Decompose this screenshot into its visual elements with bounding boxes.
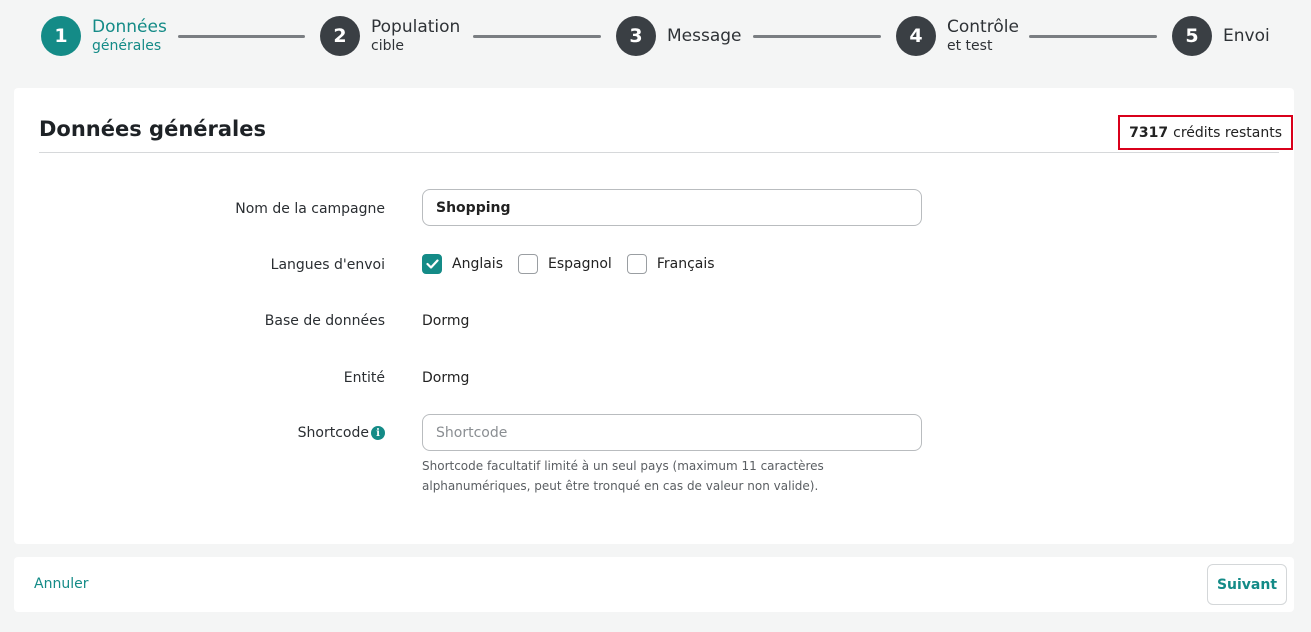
shortcode-input[interactable]	[422, 414, 922, 451]
credits-label: crédits restants	[1173, 124, 1282, 141]
check-icon	[425, 259, 439, 269]
general-data-card: Données générales 7317 crédits restants …	[14, 88, 1294, 544]
step-label: Message	[667, 25, 742, 46]
language-label: Anglais	[452, 256, 503, 272]
card-header: Données générales 7317 crédits restants	[39, 112, 1293, 153]
database-value: Dormg	[422, 313, 470, 329]
step-connector	[753, 35, 881, 38]
step-number: 2	[320, 16, 360, 56]
cancel-link[interactable]: Annuler	[34, 576, 88, 592]
next-button[interactable]: Suivant	[1207, 564, 1287, 605]
step-label: Données	[92, 17, 167, 37]
step-label: Contrôle	[947, 17, 1019, 37]
step-connector	[473, 35, 601, 38]
step-connector	[1029, 35, 1157, 38]
action-footer: Annuler Suivant	[14, 557, 1294, 612]
step-send[interactable]: 5 Envoi	[1172, 16, 1270, 56]
shortcode-label: Shortcode	[297, 425, 369, 441]
progress-stepper: 1 Données générales 2 Population cible 3…	[0, 0, 1311, 75]
entity-value: Dormg	[422, 370, 470, 386]
step-connector	[178, 35, 305, 38]
credits-remaining-badge: 7317 crédits restants	[1118, 115, 1293, 150]
campaign-name-input[interactable]	[422, 189, 922, 226]
checkbox-unchecked[interactable]	[518, 254, 538, 274]
step-control-test[interactable]: 4 Contrôle et test	[896, 16, 1019, 56]
step-number: 4	[896, 16, 936, 56]
language-label: Espagnol	[548, 256, 612, 272]
language-label: Français	[656, 256, 715, 272]
checkbox-unchecked[interactable]	[626, 254, 647, 274]
shortcode-help-text: Shortcode facultatif limité à un seul pa…	[422, 459, 824, 493]
step-target-population[interactable]: 2 Population cible	[320, 16, 460, 56]
info-icon[interactable]: i	[371, 426, 385, 440]
send-languages-label: Langues d'envoi	[270, 257, 385, 273]
language-option-english[interactable]: Anglais	[422, 254, 503, 274]
step-label: Population	[371, 17, 461, 37]
language-option-french[interactable]: Français	[626, 254, 715, 274]
shortcode-label-wrap: Shortcode i	[298, 425, 385, 441]
checkbox-checked[interactable]	[422, 254, 442, 274]
step-general-data[interactable]: 1 Données générales	[41, 16, 167, 56]
step-sublabel: générales	[92, 38, 162, 54]
entity-label: Entité	[343, 370, 385, 386]
database-label: Base de données	[264, 313, 385, 329]
language-checkboxes: Anglais Espagnol Français	[422, 254, 730, 274]
step-number: 5	[1172, 16, 1212, 56]
step-label: Envoi	[1223, 25, 1270, 46]
section-title: Données générales	[39, 117, 266, 141]
step-number: 3	[616, 16, 656, 56]
credits-count: 7317	[1129, 124, 1169, 141]
step-sublabel: et test	[947, 38, 993, 54]
step-sublabel: cible	[371, 38, 404, 54]
campaign-name-label: Nom de la campagne	[235, 201, 385, 217]
step-message[interactable]: 3 Message	[616, 16, 742, 56]
language-option-spanish[interactable]: Espagnol	[518, 254, 612, 274]
step-number: 1	[41, 16, 81, 56]
